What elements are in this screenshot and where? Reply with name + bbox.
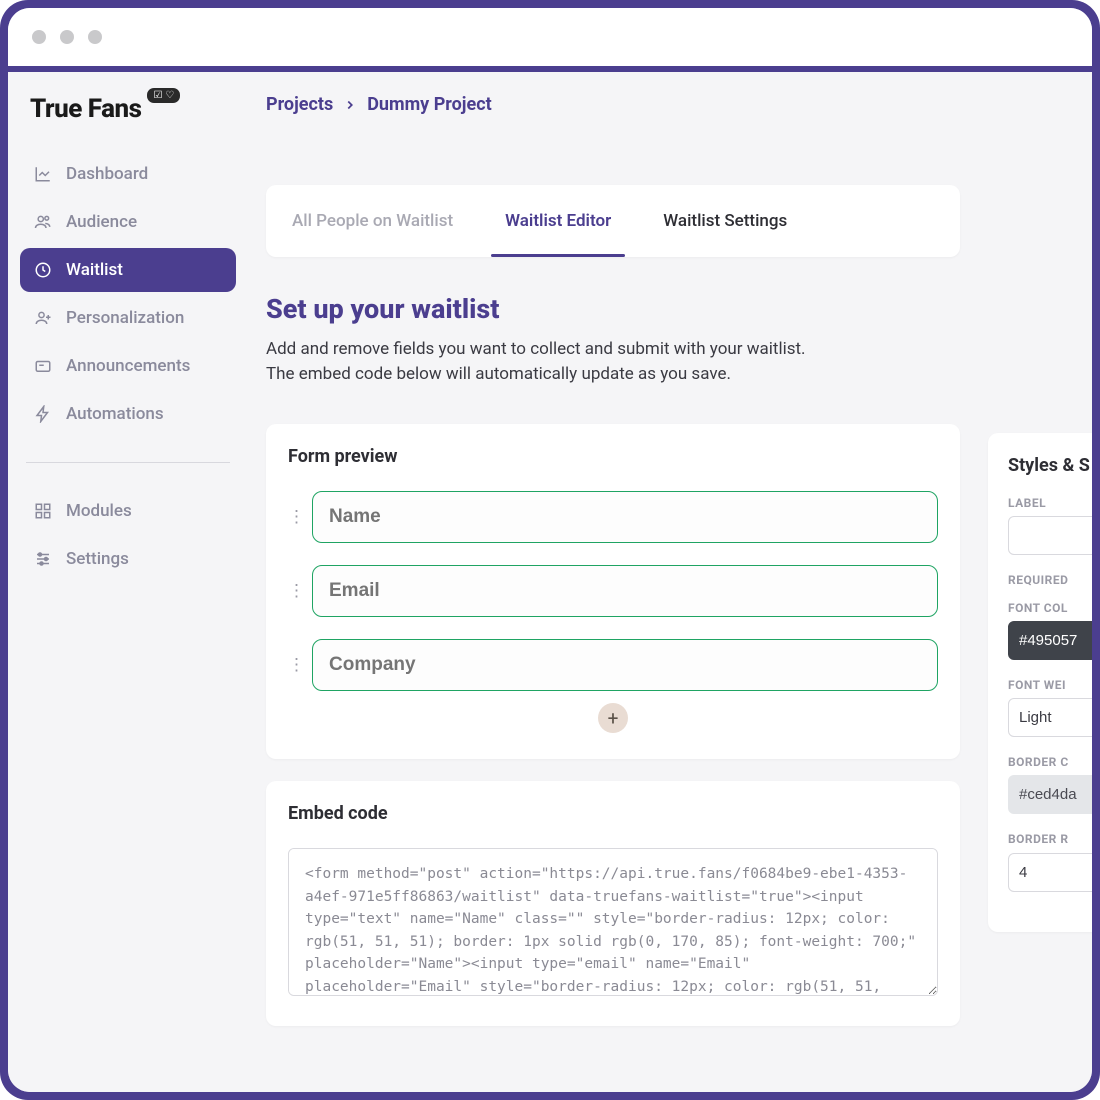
sidebar-item-automations[interactable]: Automations xyxy=(20,392,236,436)
styles-panel-title: Styles & S xyxy=(1008,455,1092,476)
form-field-row: ⋮⋮ xyxy=(288,491,938,543)
card-title: Embed code xyxy=(288,803,938,824)
traffic-light-close[interactable] xyxy=(32,30,46,44)
clock-icon xyxy=(34,261,52,279)
window-titlebar xyxy=(8,8,1092,72)
embed-code-textarea[interactable] xyxy=(288,848,938,996)
section-description: Add and remove fields you want to collec… xyxy=(266,337,960,386)
style-border-radius-label: Border R xyxy=(1008,832,1092,846)
tab-waitlist-editor[interactable]: Waitlist Editor xyxy=(479,185,637,257)
style-font-weight-label: Font Wei xyxy=(1008,678,1092,692)
style-label-label: Label xyxy=(1008,496,1092,510)
logo: True Fans ☑♡ xyxy=(20,94,236,152)
traffic-light-minimize[interactable] xyxy=(60,30,74,44)
sidebar-item-label: Waitlist xyxy=(66,260,123,280)
sidebar-item-settings[interactable]: Settings xyxy=(20,537,236,581)
breadcrumb: Projects Dummy Project xyxy=(266,94,1092,185)
sidebar-item-audience[interactable]: Audience xyxy=(20,200,236,244)
sidebar-item-announcements[interactable]: Announcements xyxy=(20,344,236,388)
drag-handle-icon[interactable]: ⋮⋮ xyxy=(288,513,302,521)
sidebar-item-waitlist[interactable]: Waitlist xyxy=(20,248,236,292)
form-field-row: ⋮⋮ xyxy=(288,565,938,617)
sidebar: True Fans ☑♡ Dashboard xyxy=(8,72,248,1092)
style-border-radius-input[interactable] xyxy=(1008,853,1092,892)
logo-badge: ☑♡ xyxy=(147,88,180,103)
drag-handle-icon[interactable]: ⋮⋮ xyxy=(288,587,302,595)
megaphone-icon xyxy=(34,357,52,375)
primary-nav: Dashboard Audience Waitlist xyxy=(20,152,236,581)
tab-all-people[interactable]: All People on Waitlist xyxy=(266,185,479,257)
drag-handle-icon[interactable]: ⋮⋮ xyxy=(288,661,302,669)
style-border-color-input[interactable] xyxy=(1008,775,1092,814)
traffic-light-zoom[interactable] xyxy=(88,30,102,44)
breadcrumb-root[interactable]: Projects xyxy=(266,94,333,115)
users-icon xyxy=(34,213,52,231)
user-plus-icon xyxy=(34,309,52,327)
sidebar-item-label: Personalization xyxy=(66,308,184,328)
sidebar-item-label: Settings xyxy=(66,549,129,569)
sidebar-item-dashboard[interactable]: Dashboard xyxy=(20,152,236,196)
sidebar-item-personalization[interactable]: Personalization xyxy=(20,296,236,340)
form-field-row: ⋮⋮ xyxy=(288,639,938,691)
form-field-name[interactable] xyxy=(312,491,938,543)
sidebar-item-modules[interactable]: Modules xyxy=(20,489,236,533)
form-field-company[interactable] xyxy=(312,639,938,691)
grid-icon xyxy=(34,502,52,520)
sidebar-item-label: Announcements xyxy=(66,356,190,376)
tabs: All People on Waitlist Waitlist Editor W… xyxy=(266,185,960,257)
sidebar-item-label: Automations xyxy=(66,404,164,424)
sliders-icon xyxy=(34,550,52,568)
tab-label: Waitlist Editor xyxy=(505,211,611,231)
chart-line-icon xyxy=(34,165,52,183)
heart-icon: ♡ xyxy=(165,90,174,101)
form-preview-card: Form preview ⋮⋮ ⋮⋮ ⋮⋮ xyxy=(266,424,960,759)
sidebar-item-label: Dashboard xyxy=(66,164,148,184)
sidebar-item-label: Audience xyxy=(66,212,137,232)
tab-waitlist-settings[interactable]: Waitlist Settings xyxy=(637,185,813,257)
logo-text: True Fans xyxy=(30,94,141,124)
check-icon: ☑ xyxy=(153,90,162,101)
style-font-color-input[interactable] xyxy=(1008,621,1092,660)
nav-divider xyxy=(26,462,230,463)
plus-icon: + xyxy=(608,707,619,730)
style-required-label: Required xyxy=(1008,573,1092,587)
form-field-email[interactable] xyxy=(312,565,938,617)
tab-label: Waitlist Settings xyxy=(663,211,787,231)
style-label-input[interactable] xyxy=(1008,516,1092,555)
tab-label: All People on Waitlist xyxy=(292,211,453,231)
sidebar-item-label: Modules xyxy=(66,501,132,521)
embed-code-card: Embed code xyxy=(266,781,960,1026)
card-title: Form preview xyxy=(288,446,938,467)
section-title: Set up your waitlist xyxy=(266,293,960,325)
add-field-button[interactable]: + xyxy=(598,703,628,733)
style-border-color-label: Border C xyxy=(1008,755,1092,769)
styles-panel: Styles & S Label Required Font Col Font … xyxy=(988,433,1092,932)
main-content: Projects Dummy Project All People on Wai… xyxy=(248,72,1092,1092)
breadcrumb-current[interactable]: Dummy Project xyxy=(367,94,491,115)
style-font-color-label: Font Col xyxy=(1008,601,1092,615)
bolt-icon xyxy=(34,405,52,423)
chevron-right-icon xyxy=(343,98,357,112)
style-font-weight-input[interactable] xyxy=(1008,698,1092,737)
